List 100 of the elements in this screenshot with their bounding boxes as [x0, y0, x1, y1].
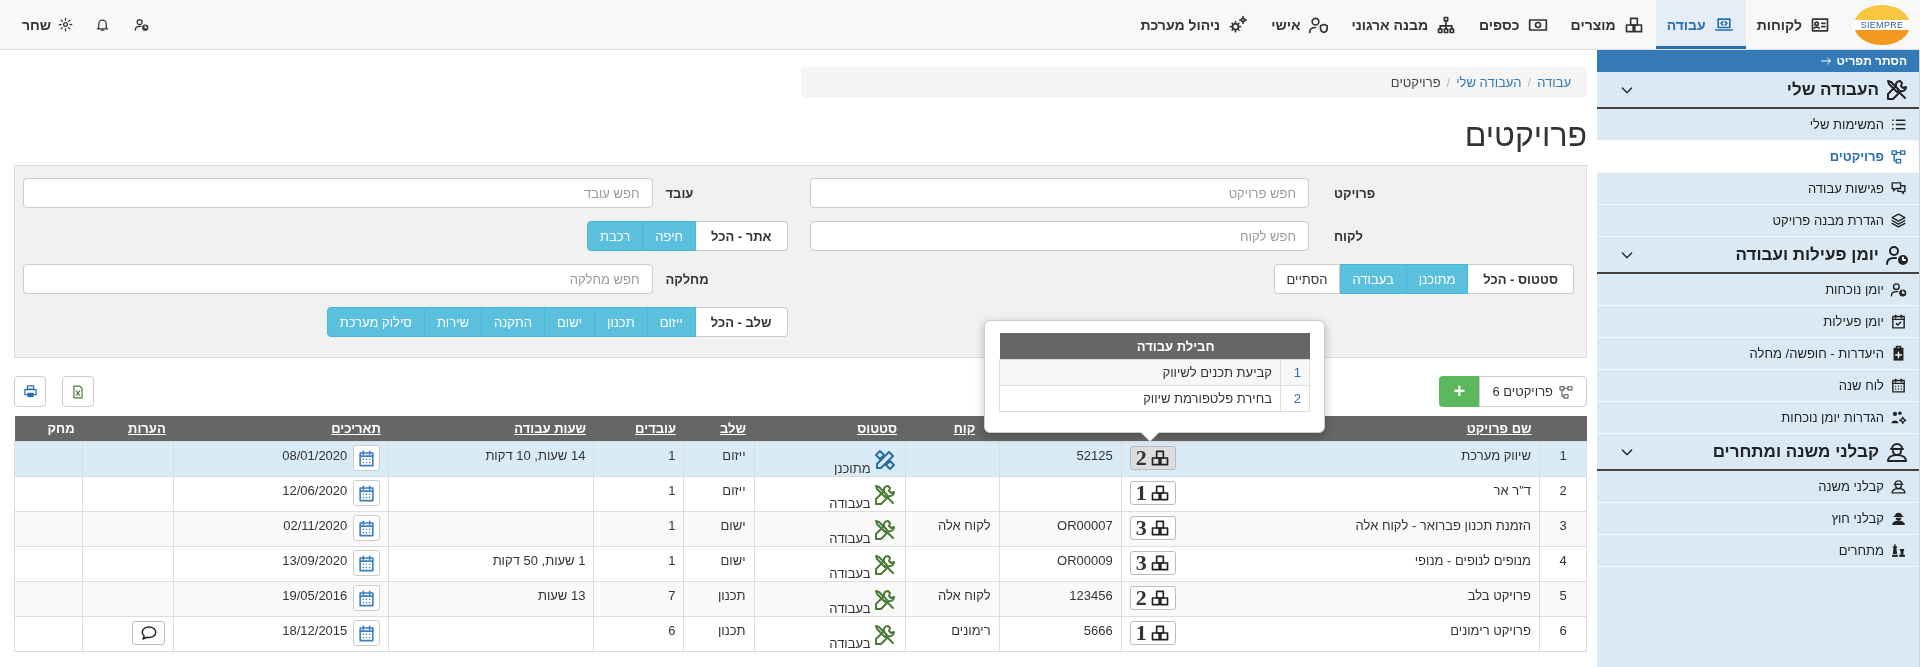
filter-toggle[interactable]: סטטוס - הכל	[1468, 264, 1574, 294]
column-header: מחק	[14, 416, 83, 442]
menu-item[interactable]: הגדרות יומן נוכחות	[1597, 402, 1919, 434]
settings-icon	[58, 17, 74, 32]
table-cell: 1 שעות, 50 דקות	[388, 546, 594, 582]
menu-item[interactable]: הגדרת מבנה פרויקט	[1597, 205, 1919, 237]
menu-section-header[interactable]: העבודה שלי	[1597, 72, 1919, 109]
table-cell: 6	[1539, 616, 1587, 652]
column-header[interactable]: סטטוס	[754, 416, 906, 442]
nav-tab[interactable]: עבודה	[1655, 0, 1746, 49]
diagram-icon	[1890, 148, 1907, 165]
column-header[interactable]: קוח	[905, 416, 1000, 442]
table-cell: רימונים	[905, 616, 1000, 652]
menu-item[interactable]: קבלני משנה	[1597, 471, 1919, 503]
menu-item[interactable]: פגישות עבודה	[1597, 173, 1919, 205]
calendar-button[interactable]	[353, 585, 381, 611]
breadcrumb-link[interactable]: העבודה שלי	[1456, 75, 1522, 90]
nav-tab[interactable]: אישי	[1260, 0, 1341, 49]
menu-section-header[interactable]: יומן פעילות ועבודה	[1597, 237, 1919, 274]
calendar-button[interactable]	[353, 445, 381, 471]
search-field[interactable]: חפש עובד	[23, 178, 653, 208]
filter-label: פרויקט	[1333, 185, 1377, 201]
tools-icon	[872, 553, 897, 577]
hide-menu-button[interactable]: הסתר תפריט	[1597, 50, 1919, 72]
menu-item[interactable]: קבלני חוץ	[1597, 503, 1919, 535]
print-button[interactable]	[14, 376, 46, 407]
project-name[interactable]: ד"ר אר	[1493, 483, 1531, 498]
work-package-button[interactable]: 2	[1129, 446, 1176, 470]
table-cell: 3	[1539, 511, 1587, 547]
column-header[interactable]: הערות	[82, 416, 174, 442]
column-header[interactable]: שעות עבודה	[388, 416, 594, 442]
table-cell: 5	[1539, 581, 1587, 617]
cubes-icon	[1149, 588, 1170, 608]
logo[interactable]: SIEMPRE	[1854, 4, 1910, 45]
nav-tab[interactable]: מבנה ארגוני	[1340, 0, 1469, 49]
table-cell: 5666	[999, 616, 1122, 652]
table-cell: לקוח אלה	[905, 511, 1000, 547]
table-cell: ישום	[684, 546, 754, 582]
table-cell: 1	[593, 441, 684, 477]
calendar-check-icon	[1890, 313, 1907, 330]
project-name[interactable]: מנופים לנופים - מנופי	[1414, 553, 1531, 568]
column-header[interactable]: עובדים	[593, 416, 684, 442]
nav-tab[interactable]: מוצרים	[1559, 0, 1656, 49]
status-label: בעבודה	[829, 636, 871, 651]
nav-tab[interactable]: ניהול מערכת	[1129, 0, 1261, 49]
project-name[interactable]: פרויקט רימונים	[1450, 623, 1531, 638]
search-field[interactable]: חפש פרויקט	[809, 178, 1309, 208]
menu-section-header[interactable]: קבלני משנה ומתחרים	[1597, 434, 1919, 471]
status-label: בעבודה	[829, 601, 871, 616]
table-cell[interactable]: בחירת פלטפורמת שיווק	[999, 385, 1281, 412]
filter-toggle[interactable]: שלב - הכל	[695, 307, 788, 337]
work-package-button[interactable]: 3	[1129, 516, 1176, 540]
work-package-button[interactable]: 2	[1129, 586, 1176, 610]
print-icon	[22, 384, 38, 399]
search-field[interactable]: חפש מחלקה	[23, 264, 653, 294]
breadcrumb-link[interactable]: עבודה	[1537, 75, 1571, 90]
project-name[interactable]: פרויקט בלב	[1467, 588, 1531, 603]
menu-item[interactable]: יומן נוכחות	[1597, 274, 1919, 306]
column-header[interactable]: שלב	[684, 416, 754, 442]
gears-icon	[1227, 14, 1250, 35]
calendar-button[interactable]	[353, 515, 381, 541]
export-button[interactable]	[62, 376, 94, 407]
menu-item[interactable]: היעדרות - חופשה/ מחלה	[1597, 338, 1919, 370]
menu-item[interactable]: פרויקטים	[1597, 141, 1919, 173]
tools-icon	[872, 588, 897, 612]
calendar-icon	[357, 588, 377, 608]
project-name[interactable]: הזמנת תכנון פברואר - לקוח אלה	[1355, 518, 1531, 533]
table-cell: 7	[593, 581, 684, 617]
table-cell: לקוח אלה	[905, 581, 1000, 617]
work-package-button[interactable]: 1	[1129, 621, 1176, 645]
page-title: פרויקטים	[1463, 116, 1587, 154]
calendar-button[interactable]	[353, 620, 381, 646]
table-cell: ייזום	[684, 441, 754, 477]
filter-toggle[interactable]: אתר - הכל	[696, 221, 788, 251]
projects-count-button[interactable]: פרויקטים 6	[1479, 376, 1587, 407]
user-menu[interactable]: שחר	[14, 0, 82, 49]
table-cell: 52125	[999, 441, 1122, 477]
nav-tab[interactable]: לקוחות	[1745, 0, 1842, 49]
table-cell: 13 שעות	[388, 581, 594, 617]
filter-label: מחלקה	[664, 271, 710, 287]
comment-button[interactable]	[132, 621, 166, 645]
filter-toggle[interactable]: הסתיים	[1273, 264, 1341, 294]
table-cell[interactable]: קביעת תכנים לשיווק	[999, 359, 1281, 386]
column-header[interactable]: תאריכים	[173, 416, 389, 442]
cubes-icon	[1149, 553, 1170, 573]
calendar-button[interactable]	[353, 480, 381, 506]
table-cell: 1	[1280, 359, 1310, 386]
tools-icon	[872, 483, 897, 507]
calendar-icon	[357, 623, 377, 643]
menu-item[interactable]: יומן פעילות	[1597, 306, 1919, 338]
work-package-button[interactable]: 3	[1129, 551, 1176, 575]
nav-tab[interactable]: כספים	[1468, 0, 1560, 49]
work-package-button[interactable]: 1	[1129, 481, 1176, 505]
search-field[interactable]: חפש לקוח	[809, 221, 1309, 251]
calendar-button[interactable]	[353, 550, 381, 576]
project-name[interactable]: שיווק מערכת	[1461, 448, 1531, 463]
cubes-icon	[1149, 483, 1170, 503]
menu-item[interactable]: לוח שנה	[1597, 370, 1919, 402]
table-cell: 2	[1280, 385, 1310, 412]
menu-item[interactable]: מתחרים	[1597, 535, 1919, 567]
